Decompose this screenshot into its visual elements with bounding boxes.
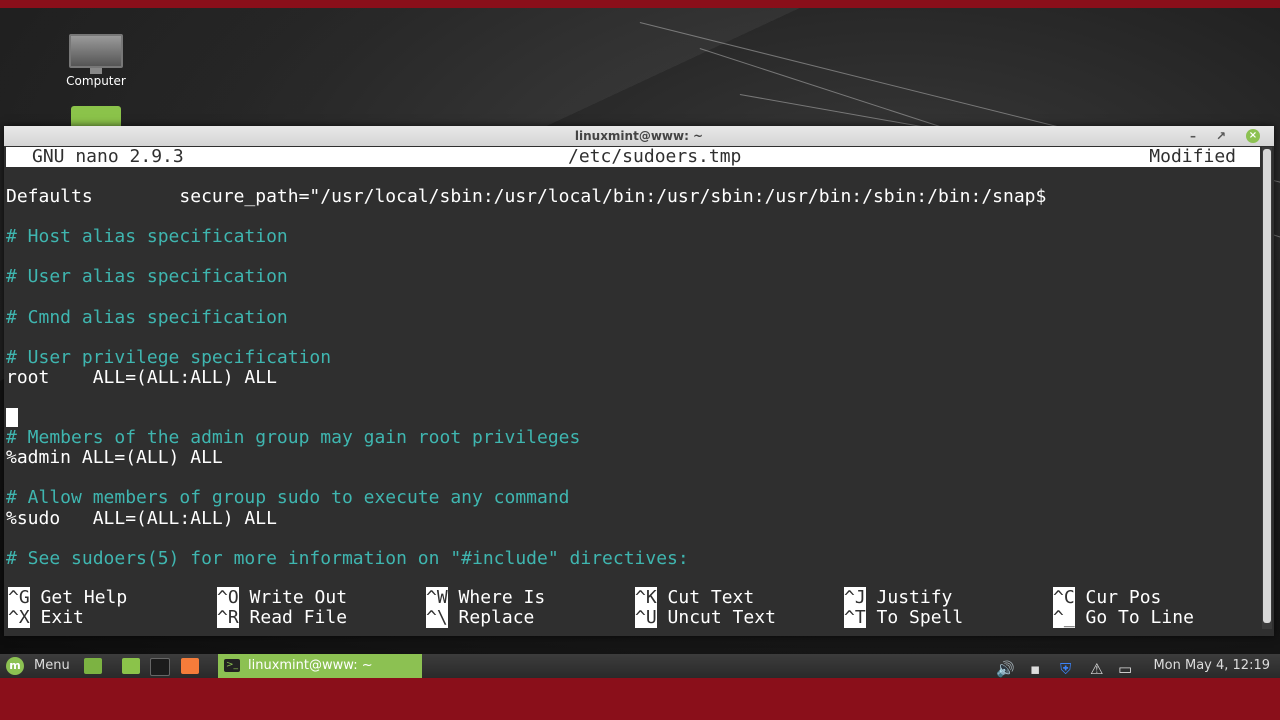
clock[interactable]: Mon May 4, 12:19	[1153, 654, 1270, 678]
shortcut-label: Go To Line	[1085, 607, 1194, 628]
editor-line: %sudo ALL=(ALL:ALL) ALL	[6, 507, 277, 529]
shortcut-to-spell[interactable]: ^T To Spell	[844, 607, 964, 628]
shortcut-read-file[interactable]: ^R Read File	[217, 607, 348, 628]
scrollbar-thumb[interactable]	[1263, 149, 1271, 623]
mint-logo-icon[interactable]: m	[6, 657, 24, 675]
shortcut-key: ^W	[426, 587, 448, 608]
menu-button[interactable]: Menu	[34, 654, 70, 678]
task-title: linuxmint@www: ~	[248, 658, 373, 673]
shortcut-uncut-text[interactable]: ^U Uncut Text	[635, 607, 776, 628]
editor-line: Defaults secure_path="/usr/local/sbin:/u…	[6, 187, 1047, 207]
modified-status: Modified	[1149, 146, 1236, 167]
shortcut-label: Uncut Text	[667, 607, 776, 628]
window-title: linuxmint@www: ~	[574, 129, 704, 143]
shortcut-write-out[interactable]: ^O Write Out	[217, 587, 348, 608]
computer-icon	[69, 34, 123, 68]
shortcut-cur-pos[interactable]: ^C Cur Pos	[1053, 587, 1162, 608]
comment-line: # Host alias specification	[6, 226, 288, 248]
shortcut-replace[interactable]: ^\ Replace	[426, 607, 535, 628]
shortcut-key: ^G	[8, 587, 30, 608]
shortcut-key: ^\	[426, 607, 448, 628]
files-icon[interactable]	[122, 658, 140, 674]
shortcut-label: Replace	[458, 607, 535, 628]
shortcut-key: ^C	[1053, 587, 1075, 608]
shortcut-bar: ^G Get Help ^O Write Out ^W Where Is ^K Cut…	[6, 587, 1260, 628]
shield-icon[interactable]: ⛨	[1060, 657, 1071, 681]
shortcut-get-help[interactable]: ^G Get Help	[8, 587, 128, 608]
shortcut-justify[interactable]: ^J Justify	[844, 587, 953, 608]
shortcut-key: ^R	[217, 607, 239, 628]
shortcut-go-to-line[interactable]: ^_ Go To Line	[1053, 607, 1194, 628]
window-titlebar[interactable]: linuxmint@www: ~ – ↗ ×	[4, 126, 1274, 146]
file-name: /etc/sudoers.tmp	[568, 146, 742, 167]
window-list-icon[interactable]: ▭	[1118, 657, 1132, 681]
network-icon[interactable]: ▪	[1030, 657, 1040, 681]
taskbar: m Menu >_ linuxmint@www: ~ 🔊 ▪ ⛨ ⚠ ▭ Mon…	[0, 654, 1280, 678]
shortcut-key: ^U	[635, 607, 657, 628]
comment-line: # User privilege specification	[6, 346, 332, 368]
maximize-button[interactable]: ↗	[1216, 126, 1226, 146]
shortcut-key: ^K	[635, 587, 657, 608]
close-button[interactable]: ×	[1246, 129, 1260, 143]
nano-version: GNU nano 2.9.3	[32, 146, 184, 167]
desktop-icon-computer[interactable]: Computer	[60, 34, 132, 88]
minimize-button[interactable]: –	[1190, 126, 1196, 146]
shortcut-key: ^O	[217, 587, 239, 608]
show-desktop-icon[interactable]	[84, 658, 102, 674]
shortcut-key: ^_	[1053, 607, 1075, 628]
shortcut-label: Read File	[249, 607, 348, 628]
editor-line	[6, 408, 1260, 428]
terminal-icon: >_	[224, 659, 240, 672]
shortcut-label: Cur Pos	[1085, 587, 1162, 608]
comment-line: # Allow members of group sudo to execute…	[6, 487, 570, 509]
comment-line: # User alias specification	[6, 266, 288, 288]
nano-header-bar: GNU nano 2.9.3 /etc/sudoers.tmp Modified	[6, 147, 1260, 167]
shortcut-cut-text[interactable]: ^K Cut Text	[635, 587, 755, 608]
editor-line: root ALL=(ALL:ALL) ALL	[6, 366, 277, 388]
shortcut-label: Justify	[876, 587, 953, 608]
terminal-window[interactable]: linuxmint@www: ~ – ↗ × GNU nano 2.9.3 /e…	[4, 126, 1274, 636]
shortcut-where-is[interactable]: ^W Where Is	[426, 587, 546, 608]
scrollbar[interactable]	[1262, 147, 1272, 629]
shortcut-label: Exit	[40, 607, 84, 628]
comment-line: # Members of the admin group may gain ro…	[6, 427, 581, 449]
comment-line: # See sudoers(5) for more information on…	[6, 547, 689, 569]
editor-line: %admin ALL=(ALL) ALL	[6, 447, 223, 469]
terminal-launcher-icon[interactable]	[150, 658, 170, 676]
shortcut-label: Cut Text	[667, 587, 755, 608]
volume-icon[interactable]: 🔊	[996, 657, 1015, 681]
shortcut-label: Where Is	[458, 587, 546, 608]
firefox-icon[interactable]	[181, 658, 199, 674]
shortcut-key: ^J	[844, 587, 866, 608]
text-cursor	[6, 408, 18, 428]
editor-text-area[interactable]: Defaults secure_path="/usr/local/sbin:/u…	[6, 187, 1260, 569]
shortcut-key: ^T	[844, 607, 866, 628]
shortcut-exit[interactable]: ^X Exit	[8, 607, 84, 628]
home-folder-icon[interactable]	[71, 106, 121, 128]
shortcut-key: ^X	[8, 607, 30, 628]
warning-icon[interactable]: ⚠	[1090, 657, 1103, 681]
shortcut-label: Write Out	[249, 587, 348, 608]
shortcut-label: Get Help	[40, 587, 128, 608]
comment-line: # Cmnd alias specification	[6, 306, 288, 328]
desktop-icon-label: Computer	[66, 74, 126, 88]
shortcut-label: To Spell	[876, 607, 964, 628]
taskbar-task-terminal[interactable]: >_ linuxmint@www: ~	[218, 654, 422, 678]
